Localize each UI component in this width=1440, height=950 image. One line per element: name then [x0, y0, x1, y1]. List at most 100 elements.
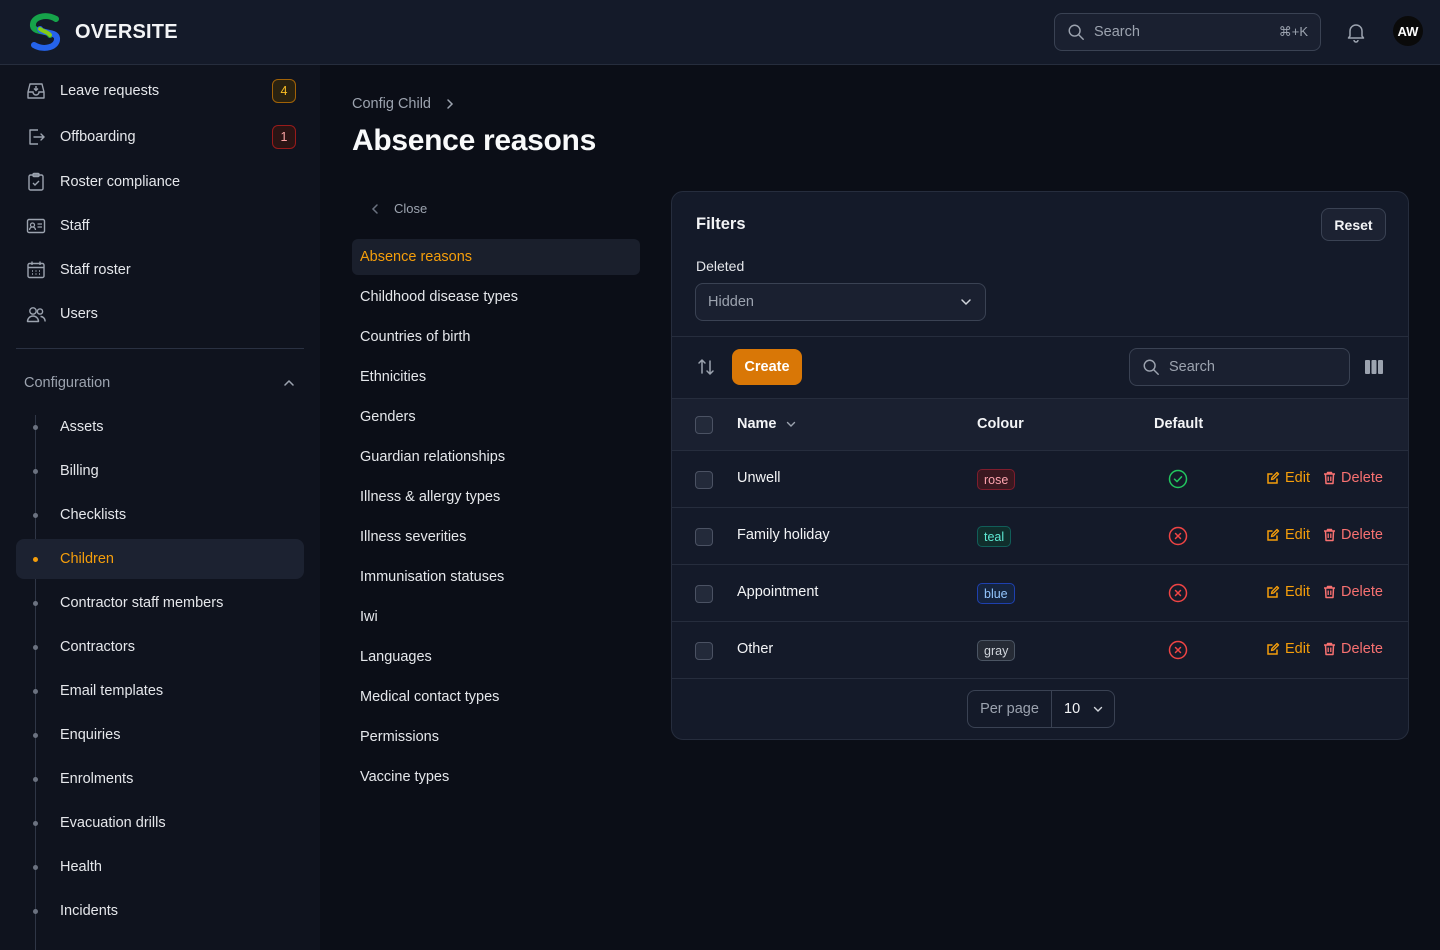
- sidebar-item-evacuation-drills[interactable]: Evacuation drills: [16, 803, 304, 843]
- table-row: Other gray Edit Delete: [672, 622, 1408, 679]
- subnav-item-languages[interactable]: Languages: [352, 639, 640, 675]
- subnav-item-medical-contact-types[interactable]: Medical contact types: [352, 679, 640, 715]
- deleted-filter-value: Hidden: [708, 294, 754, 310]
- avatar[interactable]: AW: [1393, 16, 1423, 46]
- subnav-item-ethnicities[interactable]: Ethnicities: [352, 359, 640, 395]
- sidebar-item-health[interactable]: Health: [16, 847, 304, 887]
- subnav-item-genders[interactable]: Genders: [352, 399, 640, 435]
- check-circle-icon: [1168, 469, 1188, 489]
- cell-name: Appointment: [737, 584, 819, 600]
- create-button[interactable]: Create: [732, 349, 802, 385]
- sidebar-item-label: Users: [60, 306, 98, 322]
- per-page-value[interactable]: 10: [1052, 701, 1114, 717]
- subnav-item-iwi[interactable]: Iwi: [352, 599, 640, 635]
- sidebar-item-children[interactable]: Children: [16, 539, 304, 579]
- colour-badge: teal: [977, 526, 1012, 547]
- edit-icon: [1267, 471, 1280, 484]
- bullet-dot: [33, 864, 38, 870]
- table-row: Family holiday teal Edit Delete: [672, 508, 1408, 565]
- sidebar-item-staff[interactable]: Staff: [16, 206, 304, 246]
- trash-icon: [1324, 528, 1335, 542]
- oversite-logo-icon: [30, 13, 60, 51]
- delete-button[interactable]: Delete: [1323, 527, 1383, 543]
- delete-button[interactable]: Delete: [1323, 584, 1383, 600]
- row-checkbox[interactable]: [695, 528, 713, 546]
- edit-button[interactable]: Edit: [1266, 527, 1310, 543]
- id-card-icon: [24, 214, 48, 238]
- delete-button[interactable]: Delete: [1323, 470, 1383, 486]
- chevron-down-icon: [961, 299, 971, 306]
- deleted-filter-select[interactable]: Hidden: [695, 283, 986, 321]
- trash-icon: [1324, 642, 1335, 656]
- count-badge: 1: [272, 125, 296, 149]
- users-icon: [24, 302, 48, 326]
- app-name: OVERSITE: [75, 20, 178, 43]
- sidebar-item-offboarding[interactable]: Offboarding 1: [16, 117, 304, 157]
- sort-icon[interactable]: [696, 357, 716, 377]
- sidebar-item-enrolments[interactable]: Enrolments: [16, 759, 304, 799]
- sidebar-item-label: Evacuation drills: [60, 815, 166, 831]
- subnav-item-countries-of-birth[interactable]: Countries of birth: [352, 319, 640, 355]
- search-placeholder: Search: [1094, 24, 1140, 40]
- global-search-input[interactable]: Search ⌘+K: [1054, 13, 1321, 51]
- columns-icon[interactable]: [1364, 359, 1384, 375]
- subnav-item-immunisation-statuses[interactable]: Immunisation statuses: [352, 559, 640, 595]
- column-header-name[interactable]: Name: [737, 416, 797, 432]
- edit-button[interactable]: Edit: [1266, 584, 1310, 600]
- breadcrumb-link[interactable]: Config Child: [352, 96, 431, 112]
- sidebar-item-label: Assets: [60, 419, 104, 435]
- configuration-group-toggle[interactable]: Configuration: [24, 371, 296, 395]
- breadcrumb: Config Child: [352, 96, 457, 112]
- delete-button[interactable]: Delete: [1323, 641, 1383, 657]
- card-divider: [672, 336, 1408, 337]
- subnav-item-illness-severities[interactable]: Illness severities: [352, 519, 640, 555]
- per-page-select[interactable]: Per page 10: [967, 690, 1115, 728]
- row-checkbox[interactable]: [695, 471, 713, 489]
- sidebar-item-billing[interactable]: Billing: [16, 451, 304, 491]
- select-all-checkbox[interactable]: [695, 416, 713, 434]
- bullet-dot: [33, 512, 38, 518]
- subnav-item-absence-reasons[interactable]: Absence reasons: [352, 239, 640, 275]
- sidebar-item-enquiries[interactable]: Enquiries: [16, 715, 304, 755]
- chevron-down-icon: [786, 421, 795, 427]
- sidebar-item-roster-compliance[interactable]: Roster compliance: [16, 162, 304, 202]
- x-circle-icon: [1168, 526, 1188, 546]
- calendar-icon: [24, 258, 48, 282]
- colour-badge: rose: [977, 469, 1016, 490]
- row-checkbox[interactable]: [695, 642, 713, 660]
- delete-label: Delete: [1341, 527, 1383, 543]
- edit-icon: [1267, 585, 1280, 598]
- sidebar-item-label: Staff: [60, 218, 90, 234]
- bullet-dot: [33, 424, 38, 430]
- search-shortcut: ⌘+K: [1278, 24, 1308, 39]
- sidebar-item-leave-requests[interactable]: Leave requests 4: [16, 71, 304, 111]
- sidebar-item-email-templates[interactable]: Email templates: [16, 671, 304, 711]
- subnav-item-permissions[interactable]: Permissions: [352, 719, 640, 755]
- sidebar-item-incidents[interactable]: Incidents: [16, 891, 304, 931]
- sidebar-item-users[interactable]: Users: [16, 294, 304, 334]
- edit-button[interactable]: Edit: [1266, 470, 1310, 486]
- logo[interactable]: OVERSITE: [26, 12, 178, 52]
- subnav-item-vaccine-types[interactable]: Vaccine types: [352, 759, 640, 795]
- table-search-input[interactable]: Search: [1129, 348, 1350, 386]
- subnav-item-illness-allergy-types[interactable]: Illness & allergy types: [352, 479, 640, 515]
- sidebar-item-contractors[interactable]: Contractors: [16, 627, 304, 667]
- reset-button[interactable]: Reset: [1321, 208, 1386, 241]
- subnav-item-childhood-disease-types[interactable]: Childhood disease types: [352, 279, 640, 315]
- close-subnav-button[interactable]: Close: [368, 201, 427, 216]
- sidebar-item-staff-roster[interactable]: Staff roster: [16, 250, 304, 290]
- edit-label: Edit: [1285, 470, 1310, 486]
- sidebar-item-label: Staff roster: [60, 262, 131, 278]
- sidebar-item-assets[interactable]: Assets: [16, 407, 304, 447]
- edit-button[interactable]: Edit: [1266, 641, 1310, 657]
- subnav-item-guardian-relationships[interactable]: Guardian relationships: [352, 439, 640, 475]
- row-checkbox[interactable]: [695, 585, 713, 603]
- trash-icon: [1324, 471, 1335, 485]
- sidebar-item-checklists[interactable]: Checklists: [16, 495, 304, 535]
- sidebar-item-contractor-staff-members[interactable]: Contractor staff members: [16, 583, 304, 623]
- per-page-label: Per page: [968, 691, 1052, 727]
- bell-icon[interactable]: [1345, 21, 1367, 43]
- sidebar-item-label: Billing: [60, 463, 99, 479]
- edit-label: Edit: [1285, 641, 1310, 657]
- table-row: Unwell rose Edit Delete: [672, 451, 1408, 508]
